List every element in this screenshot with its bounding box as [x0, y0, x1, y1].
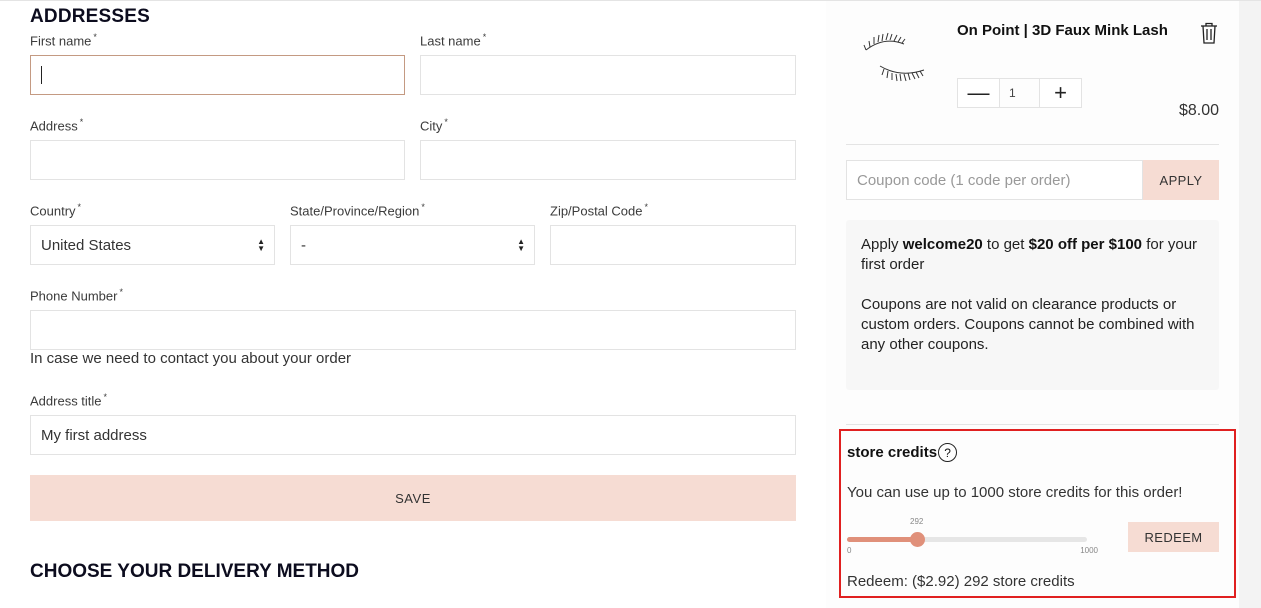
quantity-input[interactable]: 1	[999, 79, 1040, 107]
address-label: Address *	[30, 117, 84, 134]
select-arrows-icon: ▲ ▼	[257, 237, 265, 253]
slider-max-label: 1000	[1080, 546, 1098, 555]
redeem-summary: Redeem: ($2.92) 292 store credits	[847, 573, 1075, 590]
promo-disclaimer: Coupons are not valid on clearance produ…	[861, 296, 1195, 353]
city-label: City *	[420, 117, 448, 134]
page-gutter	[1239, 1, 1261, 608]
item-price: $8.00	[1178, 102, 1219, 119]
store-credits-info: You can use up to 1000 store credits for…	[847, 484, 1183, 501]
phone-input[interactable]	[30, 310, 796, 350]
first-name-input[interactable]	[30, 55, 405, 95]
promo-offer: $20 off per $100	[1028, 236, 1143, 253]
promo-offer-text: Apply welcome20 to get $20 off per $100 …	[861, 236, 1198, 273]
product-name[interactable]: On Point | 3D Faux Mink Lash	[957, 22, 1177, 40]
state-value: -	[301, 236, 306, 254]
slider-value-label: 292	[910, 517, 924, 526]
zip-label: Zip/Postal Code *	[550, 202, 649, 219]
address-title-label: Address title *	[30, 392, 108, 409]
state-label: State/Province/Region *	[290, 202, 425, 219]
last-name-label: Last name *	[420, 32, 487, 49]
trash-icon[interactable]	[1199, 22, 1219, 44]
state-select[interactable]: - ▲ ▼	[290, 225, 535, 265]
product-image	[863, 32, 925, 82]
store-credits-slider[interactable]: 292 0 1000	[847, 517, 1098, 559]
phone-label: Phone Number *	[30, 287, 123, 304]
store-credits-section: store credits ? You can use up to 1000 s…	[839, 429, 1236, 598]
delivery-heading: CHOOSE YOUR DELIVERY METHOD	[30, 561, 360, 582]
country-select[interactable]: United States ▲ ▼	[30, 225, 275, 265]
last-name-input[interactable]	[420, 55, 796, 95]
decrease-quantity-button[interactable]: —	[958, 79, 999, 107]
coupon-form: Coupon code (1 code per order) APPLY	[846, 160, 1219, 200]
addresses-heading: ADDRESSES	[30, 6, 151, 27]
city-input[interactable]	[420, 140, 796, 180]
address-input[interactable]	[30, 140, 405, 180]
text-caret	[41, 66, 42, 84]
slider-thumb[interactable]	[910, 532, 925, 547]
divider	[846, 144, 1219, 145]
promo-code: welcome20	[902, 236, 983, 253]
save-button[interactable]: SAVE	[30, 475, 796, 521]
country-value: United States	[41, 236, 132, 254]
apply-coupon-button[interactable]: APPLY	[1143, 160, 1219, 200]
promo-info-box: Apply welcome20 to get $20 off per $100 …	[846, 220, 1219, 390]
slider-min-label: 0	[847, 546, 852, 555]
phone-helper-text: In case we need to contact you about you…	[30, 350, 352, 367]
coupon-input[interactable]: Coupon code (1 code per order)	[846, 160, 1143, 200]
redeem-button[interactable]: REDEEM	[1128, 522, 1219, 552]
increase-quantity-button[interactable]: +	[1040, 79, 1081, 107]
help-question-icon[interactable]: ?	[938, 443, 958, 462]
first-name-label: First name *	[30, 32, 97, 49]
store-credits-title: store credits ?	[847, 443, 958, 462]
zip-input[interactable]	[550, 225, 796, 265]
slider-fill	[847, 537, 917, 542]
divider	[846, 424, 1219, 425]
quantity-stepper: — 1 +	[957, 78, 1082, 108]
country-label: Country *	[30, 202, 82, 219]
address-title-input[interactable]: My first address	[30, 415, 796, 455]
select-arrows-icon: ▲ ▼	[517, 237, 525, 253]
